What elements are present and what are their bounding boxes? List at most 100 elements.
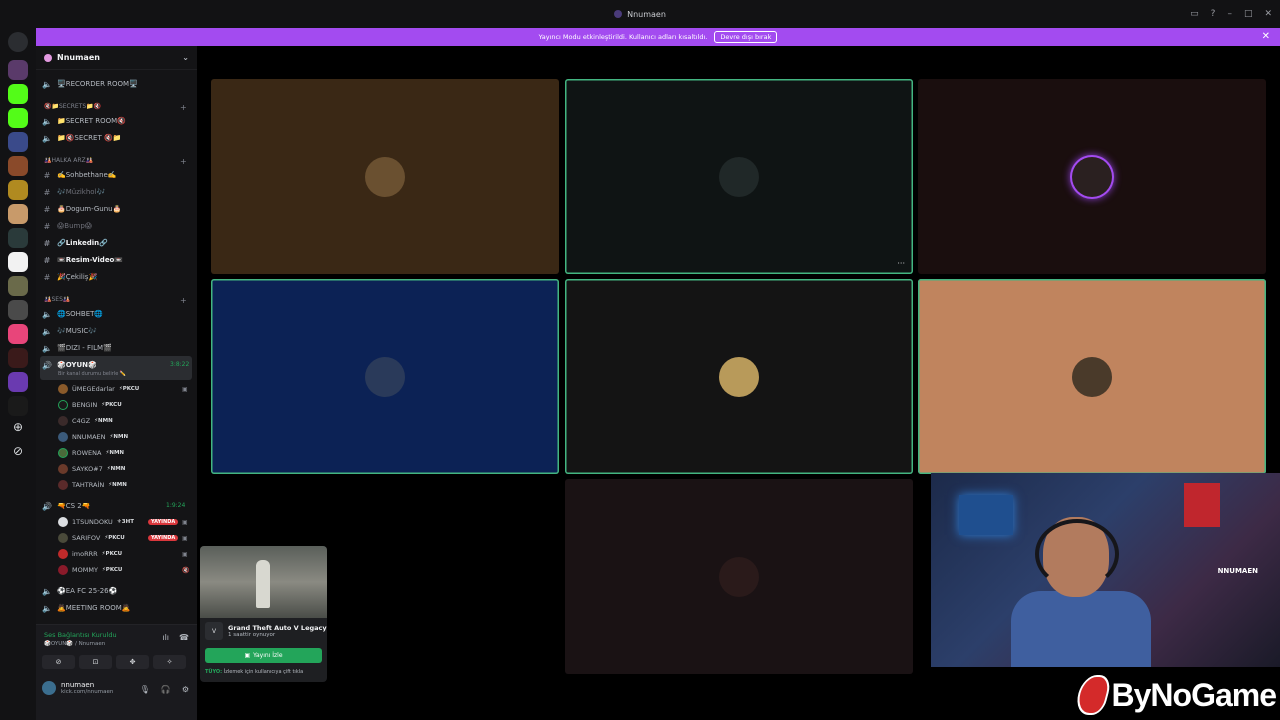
live-badge: YAYINDA	[148, 535, 179, 541]
voice-channel-sohbet[interactable]: 🔈 🌐SOHBET🌐	[42, 307, 103, 321]
username: nnumaen	[61, 681, 95, 689]
video-tile[interactable]	[211, 279, 559, 474]
kick-server-icon[interactable]	[8, 84, 28, 104]
category-ses[interactable]: 🎎SES🎎 +	[44, 296, 187, 305]
voice-channel-music[interactable]: 🔈 🎶MUSIC🎶	[42, 324, 97, 338]
maximize-button[interactable]: □	[1244, 9, 1253, 19]
voice-user[interactable]: BENGIN ⚡PKCU	[58, 398, 122, 412]
active-voice-channel-oyun[interactable]: 🔊 🎲OYUN🎲 3:8:22 Bir kanal durumu belirle …	[40, 356, 192, 380]
video-tile[interactable]: ···	[565, 79, 913, 274]
add-server-icon[interactable]: ⊕	[8, 420, 28, 440]
gear-icon[interactable]: ⚙	[182, 685, 189, 694]
activities-button[interactable]: ✥	[116, 655, 149, 669]
share-screen-button[interactable]: ⊡	[79, 655, 112, 669]
voice-user[interactable]: ROWENA ⚡NMN	[58, 446, 124, 460]
stream-thumbnail[interactable]	[200, 546, 327, 618]
voice-user[interactable]: ÜMEGEdarlar ⚡PKCU ▣	[58, 382, 188, 396]
inbox-icon[interactable]: ▭	[1190, 9, 1199, 19]
game-icon: V	[205, 622, 223, 640]
speaker-icon: 🔈	[42, 603, 52, 613]
screen-share-icon: ▣	[182, 518, 188, 526]
server-icon[interactable]	[8, 348, 28, 368]
server-icon[interactable]	[8, 252, 28, 272]
server-header[interactable]: Nnumaen ⌄	[36, 46, 197, 70]
video-tile[interactable]	[211, 79, 559, 274]
server-icon[interactable]	[8, 132, 28, 152]
server-icon[interactable]	[8, 228, 28, 248]
hash-icon: #	[43, 187, 51, 197]
server-icon[interactable]	[8, 396, 28, 416]
voice-channel-secret-room[interactable]: 🔈 📁SECRET ROOM🔇	[42, 114, 126, 128]
add-channel-icon[interactable]: +	[180, 296, 187, 305]
channel-sidebar: Nnumaen ⌄ 🔈 🖥️RECORDER ROOM🖥️ 🔇📁SECRETS📁🔇…	[36, 46, 197, 720]
voice-user[interactable]: TAHTRAİN ⚡NMN	[58, 478, 127, 492]
video-tile[interactable]	[918, 79, 1266, 274]
server-icon[interactable]	[8, 204, 28, 224]
text-channel-muzikhol[interactable]: # 🎶Müzikhol🎶	[42, 185, 106, 199]
webcam-name: NNUMAEN	[1217, 567, 1258, 575]
voice-user[interactable]: 1TSUNDOKU ⚜3HT YAYINDA ▣	[58, 515, 188, 529]
connection-status[interactable]: Ses Bağlantısı Kuruldu	[44, 631, 117, 639]
text-channel-sohbethane[interactable]: # ✍️Sohbethane✍️	[42, 168, 117, 182]
voice-channel-recorder[interactable]: 🔈 🖥️RECORDER ROOM🖥️	[42, 77, 138, 91]
voice-channel-secret[interactable]: 🔈 📁🔇SECRET 🔇📁	[42, 131, 121, 145]
voice-channel-ea-fc[interactable]: 🔈 ⚽EA FC 25-26⚽	[42, 584, 117, 598]
server-icon[interactable]	[8, 324, 28, 344]
server-icon[interactable]	[8, 180, 28, 200]
camera-off-button[interactable]: ⊘	[42, 655, 75, 669]
voice-user[interactable]: C4GZ ⚡NMN	[58, 414, 113, 428]
speaker-icon: 🔈	[42, 343, 52, 353]
chevron-down-icon[interactable]: ⌄	[182, 53, 189, 62]
soundboard-button[interactable]: ✧	[153, 655, 186, 669]
channel-timer: 3:8:22	[170, 361, 190, 368]
server-icon[interactable]	[8, 156, 28, 176]
voice-user[interactable]: NNUMAEN ⚡NMN	[58, 430, 128, 444]
text-channel-bump[interactable]: # 😱Bump😱	[42, 219, 92, 233]
minimize-button[interactable]: –	[1227, 9, 1232, 19]
channel-status[interactable]: Bir kanal durumu belirle ✏️	[58, 371, 126, 377]
channel-timer: 1:9:24	[166, 502, 186, 509]
noise-suppression-icon[interactable]: ılı	[162, 633, 169, 642]
discord-home-icon[interactable]	[8, 32, 28, 52]
webcam-overlay: NNUMAEN	[931, 473, 1280, 667]
server-icon[interactable]	[8, 60, 28, 80]
user-panel[interactable]: nnumaen kick.com/nnumaen	[42, 681, 113, 695]
voice-channel-meeting-room[interactable]: 🔈 🙇MEETING ROOM🙇	[42, 601, 130, 615]
voice-channel-cs2[interactable]: 🔊 🔫CS 2🔫	[42, 499, 90, 513]
server-avatar-icon	[44, 53, 52, 62]
more-options-icon[interactable]: ···	[897, 259, 905, 268]
voice-channel-dizi-film[interactable]: 🔈 🎬DIZI - FILM🎬	[42, 341, 112, 355]
server-icon[interactable]	[8, 276, 28, 296]
server-icon[interactable]	[8, 372, 28, 392]
close-button[interactable]: ✕	[1264, 9, 1272, 19]
disable-streamer-mode-button[interactable]: Devre dışı bırak	[714, 31, 778, 43]
kick-server-icon[interactable]	[8, 108, 28, 128]
video-tile[interactable]	[565, 479, 913, 674]
disconnect-icon[interactable]: ☎	[179, 633, 189, 642]
server-icon	[614, 10, 623, 18]
server-icon[interactable]	[8, 300, 28, 320]
voice-user[interactable]: MOMMY ⚡PKCU 🔇	[58, 563, 189, 577]
text-channel-cekilis[interactable]: # 🎉Çekiliş🎉	[42, 270, 98, 284]
game-info: V Grand Theft Auto V Legacy 1 saattir oy…	[205, 622, 327, 640]
voice-user[interactable]: imoRRR ⚡PKCU ▣	[58, 547, 188, 561]
close-banner-icon[interactable]: ✕	[1262, 31, 1270, 42]
add-channel-icon[interactable]: +	[180, 103, 187, 112]
headphones-icon[interactable]: 🎧	[161, 685, 171, 694]
microphone-icon[interactable]: 🎙	[140, 685, 150, 694]
watch-stream-button[interactable]: ▣ Yayını İzle	[205, 648, 322, 663]
voice-user[interactable]: SAYKO#7 ⚡NMN	[58, 462, 125, 476]
connection-channel[interactable]: 🎲OYUN🎲 / Nnumaen	[44, 641, 105, 647]
explore-icon[interactable]: ⊘	[8, 444, 28, 464]
video-tile[interactable]	[918, 279, 1266, 474]
video-tile[interactable]	[565, 279, 913, 474]
category-secrets[interactable]: 🔇📁SECRETS📁🔇 +	[44, 103, 187, 112]
add-channel-icon[interactable]: +	[180, 157, 187, 166]
text-channel-resim-video[interactable]: # 📼Resim-Video📼	[42, 253, 123, 267]
text-channel-dogum-gunu[interactable]: # 🎂Dogum-Gunu🎂	[42, 202, 122, 216]
help-icon[interactable]: ?	[1211, 9, 1216, 19]
voice-user[interactable]: SARIFOV ⚡PKCU YAYINDA ▣	[58, 531, 188, 545]
category-halka-arz[interactable]: 🎎HALKA ARZ🎎 +	[44, 157, 187, 166]
text-channel-linkedin[interactable]: # 🔗Linkedin🔗	[42, 236, 108, 250]
window-title: Nnumaen	[627, 9, 666, 19]
